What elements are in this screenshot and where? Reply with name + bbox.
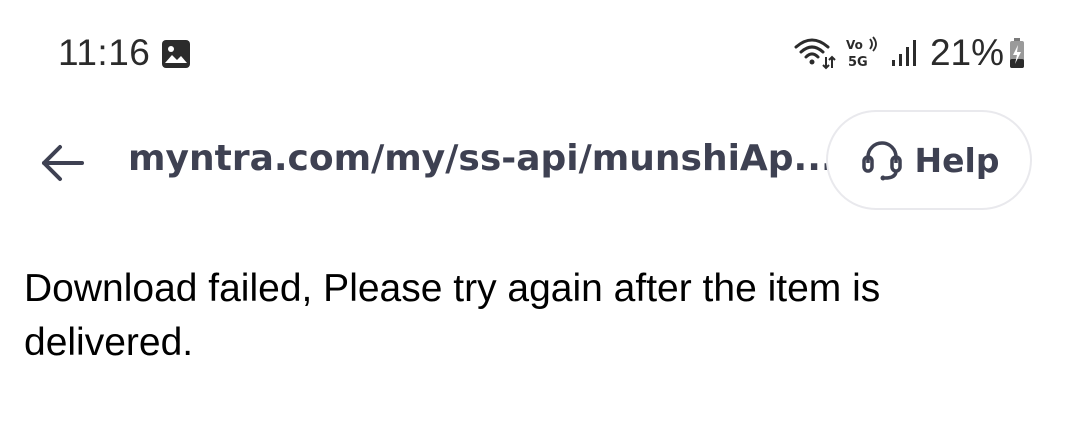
status-time: 11:16 bbox=[58, 32, 151, 73]
headset-icon bbox=[861, 141, 902, 181]
help-button[interactable]: Help bbox=[826, 110, 1032, 210]
battery-percent: 21% bbox=[929, 32, 1004, 73]
status-icons: Vo 5G 21% bbox=[792, 32, 1026, 74]
svg-text:Vo: Vo bbox=[846, 38, 863, 52]
gallery-icon bbox=[162, 40, 190, 68]
svg-text:5G: 5G bbox=[848, 55, 868, 70]
status-bar: 11:16 Vo 5G 21% bbox=[0, 0, 1074, 100]
app-bar: myntra.com/my/ss-api/munshiAp... Help bbox=[0, 105, 1074, 220]
back-arrow-icon bbox=[42, 145, 84, 181]
wifi-icon bbox=[794, 38, 836, 70]
volte-5g-icon: Vo 5G bbox=[846, 36, 877, 70]
battery-charging-icon bbox=[1010, 38, 1024, 68]
page-url: myntra.com/my/ss-api/munshiAp... bbox=[128, 138, 828, 179]
back-button[interactable] bbox=[34, 135, 90, 191]
signal-icon bbox=[891, 40, 916, 66]
help-label: Help bbox=[914, 140, 1000, 180]
error-message: Download failed, Please try again after … bbox=[24, 267, 881, 364]
